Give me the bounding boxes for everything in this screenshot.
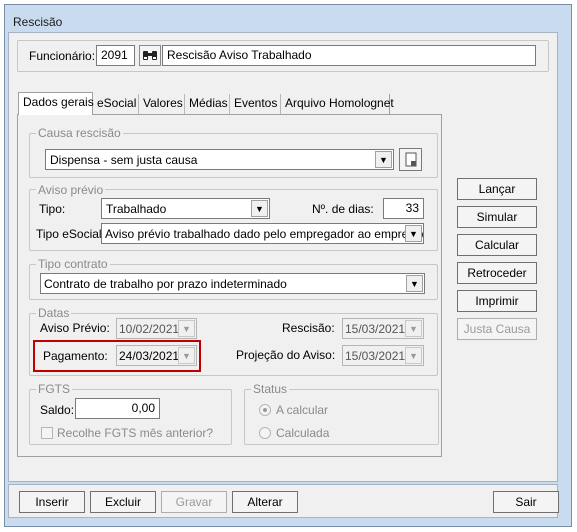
aviso-tipo-esocial-value: Aviso prévio trabalhado dado pelo empreg… xyxy=(105,227,424,241)
status-a-calcular-label: A calcular xyxy=(276,403,329,417)
search-employee-button[interactable] xyxy=(139,45,161,66)
alterar-button[interactable]: Alterar xyxy=(232,491,298,513)
document-icon xyxy=(405,152,417,167)
tipo-contrato-title: Tipo contrato xyxy=(36,257,110,271)
aviso-tipo-label: Tipo: xyxy=(39,202,66,216)
excluir-button[interactable]: Excluir xyxy=(90,491,156,513)
status-a-calcular-radio[interactable] xyxy=(259,404,271,416)
funcionario-code-input[interactable]: 2091 xyxy=(96,45,135,66)
chevron-down-icon: ▼ xyxy=(178,320,195,337)
tab-esocial[interactable]: eSocial xyxy=(93,94,139,114)
tipo-contrato-value: Contrato de trabalho por prazo indetermi… xyxy=(44,277,287,291)
causa-rescisao-value: Dispensa - sem justa causa xyxy=(50,153,198,167)
chevron-down-icon: ▼ xyxy=(405,225,422,242)
sair-button[interactable]: Sair xyxy=(493,491,559,513)
rescisao-date-label: Rescisão: xyxy=(282,321,335,335)
tipo-contrato-select[interactable]: Contrato de trabalho por prazo indetermi… xyxy=(40,273,425,294)
tab-arquivo-homolognet[interactable]: Arquivo Homolognet xyxy=(281,94,394,114)
chevron-down-icon: ▼ xyxy=(178,347,195,364)
chevron-down-icon: ▼ xyxy=(405,320,422,337)
aviso-tipo-select[interactable]: Trabalhado ▼ xyxy=(101,198,270,219)
projecao-aviso-label: Projeção do Aviso: xyxy=(236,348,336,362)
aviso-previo-title: Aviso prévio xyxy=(36,183,106,197)
fgts-saldo-input[interactable]: 0,00 xyxy=(75,398,160,419)
status-title: Status xyxy=(251,382,290,396)
window-title: Rescisão xyxy=(13,15,63,29)
calcular-button[interactable]: Calcular xyxy=(457,234,537,256)
pagamento-date-value: 24/03/2021 xyxy=(119,349,180,363)
recolhe-fgts-checkbox[interactable] xyxy=(41,427,53,439)
causa-details-button[interactable] xyxy=(399,148,422,171)
funcionario-name-field: Rescisão Aviso Trabalhado xyxy=(162,45,536,66)
pagamento-date-picker[interactable]: 24/03/2021 ▼ xyxy=(116,345,197,366)
funcionario-label: Funcionário: xyxy=(29,49,96,63)
aviso-tipo-esocial-select[interactable]: Aviso prévio trabalhado dado pelo empreg… xyxy=(101,223,424,244)
justa-causa-button[interactable]: Justa Causa xyxy=(457,318,537,340)
causa-rescisao-select[interactable]: Dispensa - sem justa causa ▼ xyxy=(45,149,394,170)
chevron-down-icon: ▼ xyxy=(405,347,422,364)
tab-medias[interactable]: Médias xyxy=(185,94,230,114)
tab-eventos[interactable]: Eventos xyxy=(230,94,281,114)
rescisao-date-value: 15/03/2021 xyxy=(345,322,406,336)
chevron-down-icon: ▼ xyxy=(251,200,268,217)
gravar-button[interactable]: Gravar xyxy=(161,491,227,513)
status-group xyxy=(244,389,439,445)
retroceder-button[interactable]: Retroceder xyxy=(457,262,537,284)
causa-rescisao-title: Causa rescisão xyxy=(36,126,123,140)
pagamento-date-label: Pagamento: xyxy=(43,349,108,363)
datas-title: Datas xyxy=(36,306,72,320)
lancar-button[interactable]: Lançar xyxy=(457,178,537,200)
fgts-saldo-label: Saldo: xyxy=(40,403,75,417)
status-calculada-radio[interactable] xyxy=(259,427,271,439)
aviso-dias-input[interactable]: 33 xyxy=(383,198,424,219)
rescisao-date-picker[interactable]: 15/03/2021 ▼ xyxy=(342,318,424,339)
projecao-aviso-date-value: 15/03/2021 xyxy=(345,349,406,363)
simular-button[interactable]: Simular xyxy=(457,206,537,228)
chevron-down-icon: ▼ xyxy=(406,275,423,292)
aviso-previo-date-label: Aviso Prévio: xyxy=(40,321,110,335)
binoculars-icon xyxy=(143,51,157,60)
projecao-aviso-date-picker[interactable]: 15/03/2021 ▼ xyxy=(342,345,424,366)
aviso-dias-label: Nº. de dias: xyxy=(312,202,374,216)
aviso-previo-date-picker[interactable]: 10/02/2021 ▼ xyxy=(116,318,197,339)
aviso-tipo-esocial-label: Tipo eSocial: xyxy=(36,227,105,241)
fgts-title: FGTS xyxy=(36,382,72,396)
tab-valores[interactable]: Valores xyxy=(139,94,185,114)
aviso-previo-date-value: 10/02/2021 xyxy=(119,322,180,336)
inserir-button[interactable]: Inserir xyxy=(19,491,85,513)
aviso-tipo-value: Trabalhado xyxy=(106,202,167,216)
imprimir-button[interactable]: Imprimir xyxy=(457,290,537,312)
status-calculada-label: Calculada xyxy=(276,426,330,440)
tab-dados-gerais[interactable]: Dados gerais xyxy=(18,92,94,115)
chevron-down-icon: ▼ xyxy=(375,151,392,168)
recolhe-fgts-label: Recolhe FGTS mês anterior? xyxy=(57,426,214,440)
